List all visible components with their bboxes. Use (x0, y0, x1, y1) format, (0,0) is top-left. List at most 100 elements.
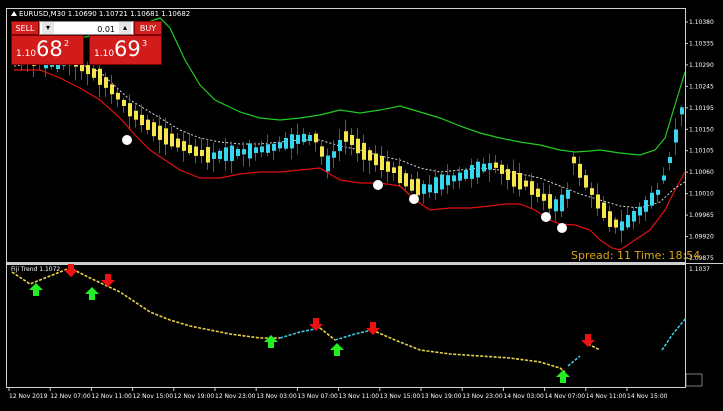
price-axis-label: 1.10010 (689, 191, 714, 198)
buy-price-pips: 69 (114, 37, 141, 61)
time-axis-label: 13 Nov 19:00 (421, 393, 462, 400)
time-axis-label: 12 Nov 11:00 (91, 393, 132, 400)
time-axis-label: 14 Nov 07:00 (545, 393, 586, 400)
bear-candle (86, 65, 90, 75)
bull-candle (236, 149, 240, 157)
bull-candle (248, 143, 252, 159)
bear-candle (404, 173, 408, 187)
bear-candle (494, 162, 498, 168)
green-up-arrow-icon (330, 343, 344, 356)
bull-candle (434, 177, 438, 194)
bull-candle (242, 149, 246, 155)
bull-candle (668, 156, 672, 164)
bull-candle (620, 221, 624, 231)
bull-candle (284, 137, 288, 149)
bear-candle (206, 147, 210, 163)
red-down-arrow-icon (64, 264, 78, 277)
bull-candle (632, 210, 636, 222)
fiji-trend-line-bull (661, 317, 687, 351)
bear-candle (104, 77, 108, 88)
bull-candle (560, 194, 564, 212)
bull-candle (266, 144, 270, 153)
bear-candle (350, 135, 354, 145)
bear-candle (530, 181, 534, 195)
bull-candle (446, 175, 450, 186)
bull-candle (650, 192, 654, 206)
bear-candle (392, 167, 396, 174)
bear-candle (362, 142, 366, 160)
bear-candle (182, 141, 186, 151)
bull-candle (212, 152, 216, 159)
buy-price-button[interactable]: 1.10 69 3 (89, 35, 162, 65)
bull-candle (488, 163, 492, 170)
bear-candle (128, 103, 132, 117)
bear-candle (368, 150, 372, 161)
collapse-triangle-icon[interactable] (11, 11, 17, 16)
bear-candle (164, 128, 168, 145)
bull-candle (338, 140, 342, 151)
bull-candle (254, 147, 258, 153)
one-click-trading-panel: SELL ▾ ▴ BUY 1.10 68 2 1.10 69 3 (11, 21, 162, 65)
price-axis-label: 1.10380 (689, 19, 714, 26)
bull-candle (326, 155, 330, 172)
bear-candle (320, 146, 324, 157)
bear-candle (500, 164, 504, 174)
sell-button[interactable]: SELL (11, 21, 39, 35)
bear-candle (398, 166, 402, 184)
bull-candle (290, 134, 294, 149)
bear-candle (200, 149, 204, 157)
bear-candle (506, 169, 510, 180)
bull-candle (452, 175, 456, 182)
bear-candle (410, 179, 414, 191)
bull-candle (638, 206, 642, 216)
bull-candle (626, 215, 630, 228)
bull-candle (224, 147, 228, 161)
lot-size-input[interactable] (56, 23, 117, 35)
price-axis: 1.10380 1.10335 1.10290 1.10245 1.10195 1.101… (685, 19, 714, 262)
time-axis-label: 13 Nov 11:00 (339, 393, 380, 400)
bull-candle (260, 146, 264, 153)
bull-candle (230, 145, 234, 162)
bull-candle (680, 107, 684, 115)
bear-candle (170, 133, 174, 147)
price-axis-label: 1.10060 (689, 169, 714, 176)
sell-price-button[interactable]: 1.10 68 2 (11, 35, 84, 65)
lot-increase-button[interactable]: ▴ (119, 22, 131, 34)
bull-candle (464, 169, 468, 179)
bear-candle (596, 194, 600, 209)
bear-candle (314, 133, 318, 143)
bear-candle (152, 122, 156, 137)
bear-candle (344, 131, 348, 142)
white-dot-icon (409, 194, 419, 204)
price-axis-label: 1.09965 (689, 212, 714, 219)
fiji-trend-line-bear (11, 267, 280, 339)
bear-candle (524, 180, 528, 187)
time-axis-label: 12 Nov 2019 (9, 393, 48, 400)
lot-decrease-button[interactable]: ▾ (42, 22, 54, 34)
sell-price-prefix: 1.10 (16, 49, 37, 59)
bear-candle (140, 114, 144, 126)
bear-candle (608, 211, 612, 227)
bear-candle (518, 173, 522, 190)
bear-candle (134, 110, 138, 120)
bear-candle (584, 175, 588, 188)
bull-candle (662, 175, 666, 181)
bull-candle (458, 172, 462, 181)
bear-candle (110, 84, 114, 95)
bear-candle (386, 161, 390, 172)
bear-candle (578, 163, 582, 178)
bull-candle (482, 163, 486, 172)
lot-size-stepper[interactable]: ▾ ▴ (39, 21, 134, 35)
bull-candle (674, 129, 678, 143)
white-dot-icon (122, 135, 132, 145)
time-axis-label: 12 Nov 23:00 (215, 393, 256, 400)
buy-button[interactable]: BUY (134, 21, 162, 35)
bull-candle (302, 133, 306, 143)
bull-candle (332, 151, 336, 158)
fiji-trend-line-bull (334, 329, 373, 341)
red-down-arrow-icon (581, 334, 595, 347)
green-up-arrow-icon (556, 370, 570, 383)
time-axis-label: 12 Nov 15:00 (133, 393, 174, 400)
green-up-arrow-icon (264, 335, 278, 348)
bear-candle (548, 194, 552, 209)
